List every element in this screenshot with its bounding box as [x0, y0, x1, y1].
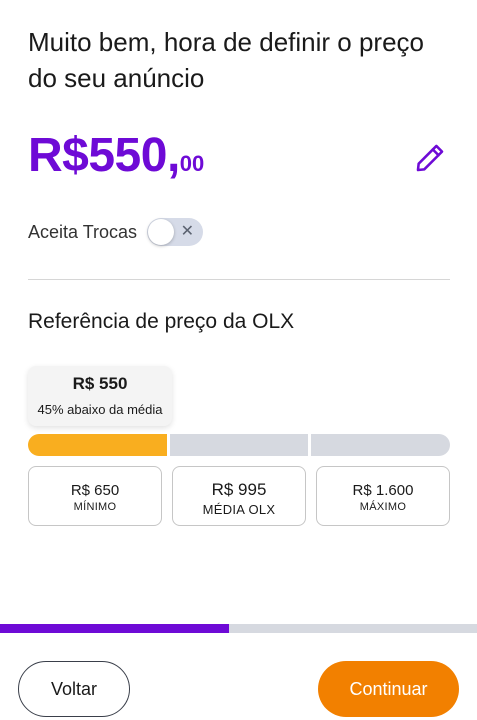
edit-price-button[interactable] [410, 138, 450, 178]
divider [28, 279, 450, 280]
trade-row: Aceita Trocas ✕ [28, 218, 204, 246]
back-button[interactable]: Voltar [18, 661, 130, 717]
trade-toggle[interactable]: ✕ [147, 218, 204, 246]
card-label: MÍNIMO [73, 501, 117, 513]
page-title: Muito bem, hora de definir o preço do se… [28, 27, 424, 93]
range-segment-mid [169, 434, 309, 456]
reference-cards: R$ 650 MÍNIMO R$ 995 MÉDIA OLX R$ 1.600 … [28, 466, 450, 526]
card-value: R$ 995 [211, 480, 267, 499]
price-cents: 00 [179, 151, 205, 176]
step-progress-bar [0, 624, 477, 633]
toggle-knob [148, 219, 175, 245]
card-label: MÉDIA OLX [202, 502, 276, 517]
card-average: R$ 995 MÉDIA OLX [172, 466, 306, 526]
close-icon: ✕ [180, 223, 195, 240]
range-segment-low [28, 434, 167, 456]
card-label: MÁXIMO [359, 501, 407, 513]
card-maximum: R$ 1.600 MÁXIMO [316, 466, 450, 526]
price-display: R$550,00 [28, 128, 204, 183]
range-segment-high [311, 434, 451, 456]
price-range-bar [28, 434, 451, 456]
card-minimum: R$ 650 MÍNIMO [28, 466, 162, 526]
card-value: R$ 650 [70, 482, 120, 499]
card-value: R$ 1.600 [352, 482, 414, 499]
pencil-icon [416, 144, 444, 172]
tooltip-value: R$ 550 [72, 374, 128, 393]
tooltip-note: 45% abaixo da média [37, 402, 163, 417]
reference-title: Referência de preço da OLX [28, 310, 295, 333]
trade-label: Aceita Trocas [28, 221, 138, 242]
continue-button[interactable]: Continuar [318, 661, 459, 717]
price-main: R$550, [28, 129, 180, 182]
step-progress-fill [0, 624, 229, 633]
price-tooltip: R$ 550 45% abaixo da média [28, 366, 172, 426]
